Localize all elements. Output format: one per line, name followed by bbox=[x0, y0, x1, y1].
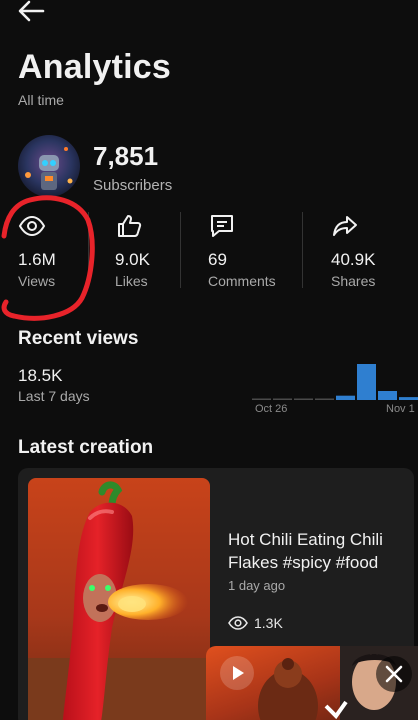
video-thumbnail[interactable] bbox=[28, 478, 210, 720]
eye-icon bbox=[228, 616, 248, 630]
mini-player[interactable] bbox=[206, 646, 418, 720]
likes-label: Likes bbox=[115, 273, 148, 289]
latest-creation-title: Latest creation bbox=[18, 437, 154, 458]
views-value: 1.6M bbox=[18, 250, 56, 269]
share-icon bbox=[333, 216, 357, 236]
comment-icon bbox=[211, 215, 233, 237]
close-icon bbox=[385, 665, 403, 683]
chart-bar bbox=[273, 398, 292, 400]
channel-avatar[interactable] bbox=[18, 135, 80, 197]
comments-label: Comments bbox=[208, 273, 276, 289]
video-views: 1.3K bbox=[254, 615, 283, 631]
chart-bar bbox=[336, 395, 355, 400]
subscribers-label: Subscribers bbox=[93, 177, 173, 194]
stat-divider bbox=[180, 212, 181, 288]
stat-divider bbox=[302, 212, 303, 288]
eye-icon bbox=[18, 215, 46, 237]
video-title[interactable]: Hot Chili Eating Chili Flakes #spicy #fo… bbox=[228, 528, 404, 574]
chart-bar bbox=[315, 398, 334, 400]
shares-label: Shares bbox=[331, 273, 376, 289]
chart-start-label: Oct 26 bbox=[255, 403, 288, 415]
video-age: 1 day ago bbox=[228, 578, 286, 593]
chart-end-label: Nov 1 bbox=[386, 403, 415, 415]
chart-bar bbox=[252, 398, 271, 400]
chart-bar bbox=[357, 364, 376, 400]
period-filter[interactable]: All time bbox=[18, 92, 64, 108]
play-button[interactable] bbox=[220, 656, 254, 690]
chart-bar bbox=[399, 397, 418, 400]
recent-views-title: Recent views bbox=[18, 328, 139, 349]
views-label: Views bbox=[18, 273, 56, 289]
chart-bar bbox=[294, 398, 313, 400]
recent-views-period: Last 7 days bbox=[18, 388, 90, 404]
thumbs-up-icon bbox=[118, 215, 142, 237]
back-arrow-icon[interactable] bbox=[16, 0, 46, 22]
likes-value: 9.0K bbox=[115, 250, 150, 269]
close-button[interactable] bbox=[376, 656, 412, 692]
recent-views-value: 18.5K bbox=[18, 366, 63, 385]
page-title: Analytics bbox=[18, 48, 171, 86]
subscribers-count: 7,851 bbox=[93, 141, 159, 171]
play-icon bbox=[233, 666, 244, 680]
shares-value: 40.9K bbox=[331, 250, 376, 269]
comments-value: 69 bbox=[208, 250, 227, 269]
chart-bar bbox=[378, 391, 397, 400]
stat-divider bbox=[88, 212, 89, 288]
